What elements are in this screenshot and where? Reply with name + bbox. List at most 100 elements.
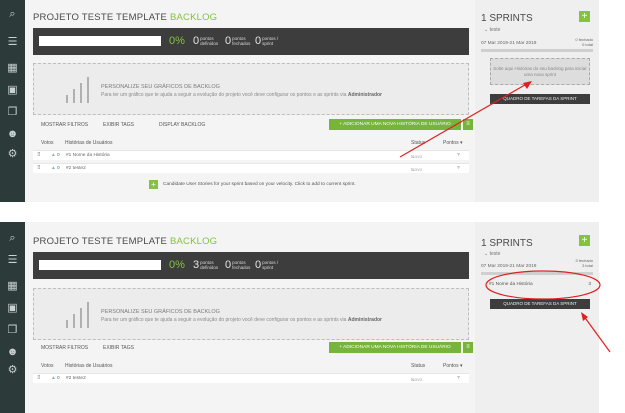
sprint-points-value: 0 <box>255 35 262 47</box>
story-title[interactable]: #1 Nome da História <box>66 153 110 158</box>
sprints-panel: 1 SPRINTS + ⌄ teste 07 Mar 2019-21 Mar 2… <box>475 0 599 202</box>
sprint-name-toggle[interactable]: ⌄ teste <box>484 27 500 33</box>
bulk-add-menu-icon[interactable]: ≡ <box>463 119 473 130</box>
show-filters-button[interactable]: MOSTRAR FILTROS <box>41 122 88 128</box>
sprint-progress-bar <box>481 49 593 52</box>
issues-icon[interactable]: ▣ <box>4 82 21 99</box>
closed-points-stat: 0pontos fechados <box>225 259 250 277</box>
kanban-icon[interactable]: ▦ <box>4 278 21 295</box>
sprint-progress-bar <box>481 272 593 275</box>
backlog-graph-placeholder: PERSONALIZE SEU GRÁFICOS DE BACKLOG Para… <box>33 63 469 115</box>
backlog-stats-bar: 0% 3pontos definidos 0pontos fechados 0pon… <box>33 252 469 279</box>
sprint-dates: 07 Mar 2019-21 Mar 2019 <box>481 264 537 269</box>
stories-column-header: Histórias de Usuários <box>65 363 113 369</box>
project-name: PROJETO TESTE TEMPLATE <box>33 12 168 23</box>
points-column-header[interactable]: Pontos ▾ <box>443 363 462 369</box>
defined-points-label-2: definidos <box>200 41 219 46</box>
display-backlog-button[interactable]: DISPLAY BACKLOG <box>159 122 205 128</box>
sprint-taskboard-button[interactable]: QUADRO DE TAREFAS DA SPRINT <box>490 299 590 309</box>
sprint-name-toggle[interactable]: ⌄ teste <box>484 251 500 257</box>
sprint-story-points: 3 <box>588 282 591 287</box>
chevron-down-icon: ⌄ <box>411 378 416 383</box>
admin-link[interactable]: Administrador <box>348 92 382 98</box>
bulk-add-menu-icon[interactable]: ≡ <box>463 342 473 353</box>
closed-points-value: 0 <box>225 35 232 47</box>
chevron-down-icon: ⌄ <box>484 27 489 33</box>
drag-handle-icon[interactable]: ⠿ <box>37 376 41 381</box>
show-tags-button[interactable]: EXIBIR TAGS <box>103 122 134 128</box>
vote-arrow-icon[interactable]: ▲ <box>51 166 56 171</box>
vote-arrow-icon[interactable]: ▲ <box>51 376 56 381</box>
story-votes: 0 <box>57 166 60 171</box>
story-points[interactable]: ? <box>457 153 460 158</box>
section-name: BACKLOG <box>169 236 218 247</box>
backlog-main: PROJETO TESTE TEMPLATE BACKLOG 0% 0ponto… <box>25 0 475 202</box>
sprint-story-item[interactable]: #1 Nome da História 3 <box>489 282 593 292</box>
graph-description-text: Para ter um gráfico que te ajuda a segui… <box>101 317 347 323</box>
sprint-drop-zone[interactable]: Solte aqui Histórias do seu backlog para… <box>490 58 590 85</box>
progress-percent: 0% <box>169 35 185 47</box>
admin-icon[interactable]: ⚙ <box>4 362 21 379</box>
defined-points-value: 3 <box>193 259 200 271</box>
kanban-icon[interactable]: ▦ <box>4 60 21 77</box>
sprint-dates: 07 Mar 2019-21 Mar 2019 <box>481 41 537 46</box>
team-icon[interactable]: ☻ <box>4 126 21 143</box>
sprint-total-value: 0 total <box>582 42 593 47</box>
show-tags-button[interactable]: EXIBIR TAGS <box>103 345 134 351</box>
backlog-list-icon[interactable]: ☰ <box>4 252 21 269</box>
chevron-down-icon: ⌄ <box>411 168 416 173</box>
sprint-points-label-2: sprint <box>262 41 274 46</box>
admin-icon[interactable]: ⚙ <box>4 146 21 163</box>
search-icon[interactable]: ⌕ <box>4 230 21 247</box>
status-column-header: Status <box>411 140 426 146</box>
backlog-main: PROJETO TESTE TEMPLATE BACKLOG 0% 3ponto… <box>25 222 475 413</box>
drag-handle-icon[interactable]: ⠿ <box>37 166 41 171</box>
screenshot-after: ⌕ ☰ ▦ ▣ ❐ ☻ ⚙ PROJETO TESTE TEMPLATE BAC… <box>0 222 625 413</box>
section-name: BACKLOG <box>169 12 218 23</box>
story-list-header: Votos Histórias de Usuários Status Ponto… <box>33 361 469 371</box>
show-filters-button[interactable]: MOSTRAR FILTROS <box>41 345 88 351</box>
backlog-toolbar: MOSTRAR FILTROS EXIBIR TAGS DISPLAY BACK… <box>33 119 473 131</box>
backlog-list-icon[interactable]: ☰ <box>4 34 21 51</box>
sprint-story-title[interactable]: #1 Nome da História <box>489 282 533 287</box>
page-title: PROJETO TESTE TEMPLATE BACKLOG <box>33 236 217 247</box>
backlog-stats-bar: 0% 0pontos definidos 0pontos fechados 0pon… <box>33 28 469 55</box>
closed-points-stat: 0pontos fechados <box>225 35 250 53</box>
search-icon[interactable]: ⌕ <box>4 6 21 23</box>
stories-column-header: Histórias de Usuários <box>65 140 113 146</box>
points-column-header[interactable]: Pontos ▾ <box>443 140 462 146</box>
sprint-points-label-2: sprint <box>262 265 274 270</box>
wiki-icon[interactable]: ❐ <box>4 322 21 339</box>
story-row[interactable]: ⠿ ▲ 0 #2 teste2 Novo ⌄ ? <box>33 163 469 173</box>
graph-description-text: Para ter um gráfico que te ajuda a segui… <box>101 92 347 98</box>
add-suggested-icon[interactable]: + <box>149 180 158 189</box>
story-title[interactable]: #2 teste2 <box>66 166 86 171</box>
sprint-points-stat: 0pontos / sprint <box>255 259 278 277</box>
votes-column-header: Votos <box>41 363 54 369</box>
defined-points-stat: 3pontos definidos <box>193 259 218 277</box>
add-sprint-button[interactable]: + <box>579 11 590 22</box>
story-row[interactable]: ⠿ ▲ 0 #2 teste2 Novo ⌄ ? <box>33 373 469 383</box>
admin-link[interactable]: Administrador <box>348 317 382 323</box>
story-list-header: Votos Histórias de Usuários Status Ponto… <box>33 138 469 148</box>
add-user-story-button[interactable]: + ADICIONAR UMA NOVA HISTÓRIA DE USUÁRIO <box>329 342 461 353</box>
vote-arrow-icon[interactable]: ▲ <box>51 153 56 158</box>
backlog-progress-bar <box>39 260 161 270</box>
wiki-icon[interactable]: ❐ <box>4 104 21 121</box>
status-column-header: Status <box>411 363 426 369</box>
story-title[interactable]: #2 teste2 <box>66 376 86 381</box>
drag-handle-icon[interactable]: ⠿ <box>37 153 41 158</box>
story-row[interactable]: ⠿ ▲ 0 #1 Nome da História Novo ⌄ ? <box>33 150 469 160</box>
suggestion-text[interactable]: Candidate User Stories for your sprint b… <box>163 182 356 187</box>
sprint-taskboard-button[interactable]: QUADRO DE TAREFAS DA SPRINT <box>490 94 590 104</box>
add-user-story-button[interactable]: + ADICIONAR UMA NOVA HISTÓRIA DE USUÁRIO <box>329 119 461 130</box>
story-points[interactable]: ? <box>457 166 460 171</box>
project-name: PROJETO TESTE TEMPLATE <box>33 236 168 247</box>
closed-points-value: 0 <box>225 259 232 271</box>
story-points[interactable]: ? <box>457 376 460 381</box>
team-icon[interactable]: ☻ <box>4 344 21 361</box>
closed-points-label-2: fechados <box>232 265 251 270</box>
chevron-down-icon: ⌄ <box>411 155 416 160</box>
issues-icon[interactable]: ▣ <box>4 300 21 317</box>
add-sprint-button[interactable]: + <box>579 235 590 246</box>
